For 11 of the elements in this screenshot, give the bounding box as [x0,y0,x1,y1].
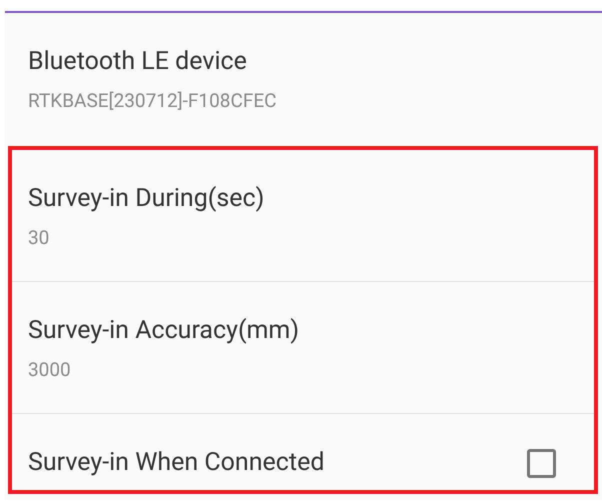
preference-title: Survey-in When Connected [28,448,324,478]
preference-value: 30 [28,226,50,250]
preference-title: Bluetooth LE device [28,47,248,77]
preference-title: Survey-in Accuracy(mm) [28,316,300,346]
preference-item[interactable]: Survey-in During(sec) 30 [28,150,578,281]
preference-value: 3000 [28,358,72,382]
preference-item[interactable]: Survey-in Accuracy(mm) 3000 [28,282,578,413]
preference-item[interactable]: Bluetooth LE device RTKBASE[230712]-F108CFEC [28,13,579,146]
checkbox[interactable] [527,448,556,478]
preference-title: Survey-in During(sec) [28,184,266,214]
preference-value: RTKBASE[230712]-F108CFEC [28,89,278,113]
